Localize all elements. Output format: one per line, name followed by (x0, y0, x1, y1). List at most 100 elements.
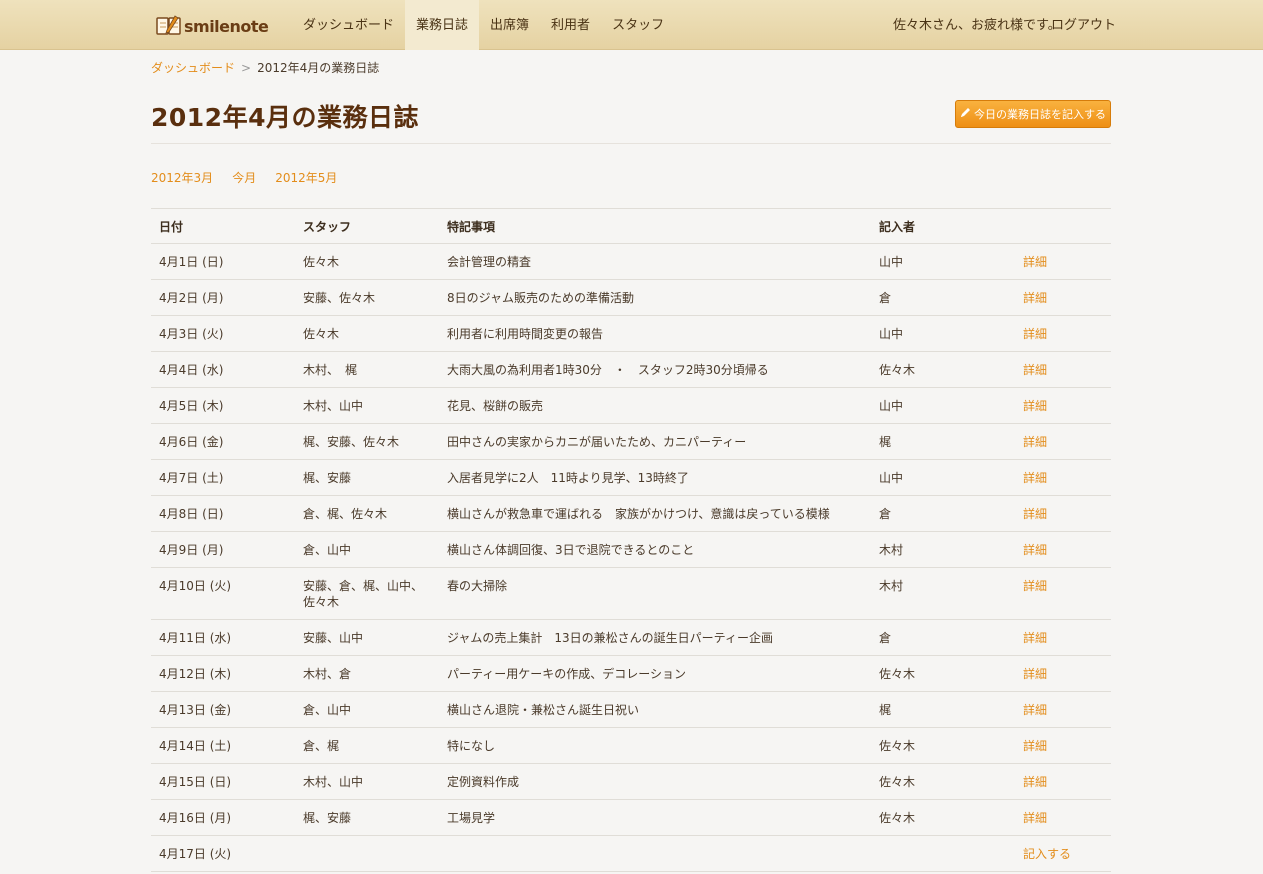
detail-link[interactable]: 詳細 (1023, 255, 1047, 269)
write-today-diary-button[interactable]: 今日の業務日誌を記入する (955, 100, 1111, 128)
row-note: 田中さんの実家からカニが届いたため、カニパーティー (439, 423, 871, 460)
top-navbar: smilenote ダッシュボード 業務日誌 出席簿 利用者 スタッフ 佐々木さ… (0, 0, 1263, 50)
row-action-cell: 詳細 (1015, 763, 1111, 800)
detail-link[interactable]: 詳細 (1023, 435, 1047, 449)
row-note: 8日のジャム販売のための準備活動 (439, 279, 871, 316)
table-row: 4月2日 (月) 安藤、佐々木 8日のジャム販売のための準備活動倉詳細 (151, 279, 1111, 316)
row-date: 4月9日 (月) (151, 531, 295, 568)
diary-table: 日付 スタッフ 特記事項 記入者 4月1日 (日) 佐々木 会計管理の精査 山中 詳細 4… (151, 208, 1111, 874)
row-action-cell: 詳細 (1015, 315, 1111, 352)
row-note: パーティー用ケーキの作成、デコレーション (439, 655, 871, 692)
detail-link[interactable]: 詳細 (1023, 363, 1047, 377)
row-staff (295, 835, 439, 872)
table-row: 4月3日 (火) 佐々木 利用者に利用時間変更の報告 山中 詳細 (151, 315, 1111, 352)
row-note: 利用者に利用時間変更の報告 (439, 315, 871, 352)
main-nav: ダッシュボード 業務日誌 出席簿 利用者 スタッフ (292, 0, 675, 50)
row-note: 入居者見学に2人 11時より見学、13時終了 (439, 459, 871, 496)
row-staff: 木村、山中 (295, 763, 439, 800)
row-date: 4月3日 (火) (151, 315, 295, 352)
logo[interactable]: smilenote (156, 12, 269, 40)
row-action-cell: 詳細 (1015, 459, 1111, 496)
detail-link[interactable]: 詳細 (1023, 507, 1047, 521)
nav-users[interactable]: 利用者 (540, 0, 601, 50)
row-date: 4月13日 (金) (151, 691, 295, 728)
row-staff: 倉、梶、佐々木 (295, 495, 439, 532)
detail-link[interactable]: 詳細 (1023, 703, 1047, 717)
row-writer: 山中 (871, 315, 1015, 352)
row-writer: 梶 (871, 691, 1015, 728)
breadcrumb: ダッシュボード >2012年4月の業務日誌 (151, 59, 379, 76)
row-writer: 木村 (871, 567, 1015, 620)
detail-link[interactable]: 詳細 (1023, 775, 1047, 789)
row-writer: 梶 (871, 423, 1015, 460)
table-row: 4月5日 (木) 木村、山中 花見、桜餅の販売 山中 詳細 (151, 387, 1111, 424)
row-action-cell: 詳細 (1015, 279, 1111, 316)
col-action (1015, 208, 1111, 244)
row-writer: 山中 (871, 459, 1015, 496)
detail-link[interactable]: 詳細 (1023, 667, 1047, 681)
nav-staff[interactable]: スタッフ (601, 0, 675, 50)
row-action-cell: 詳細 (1015, 387, 1111, 424)
row-date: 4月17日 (火) (151, 835, 295, 872)
detail-link[interactable]: 詳細 (1023, 631, 1047, 645)
table-row: 4月17日 (火) 記入する (151, 835, 1111, 872)
prev-month-link[interactable]: 2012年3月 (151, 169, 213, 186)
row-writer: 山中 (871, 243, 1015, 280)
detail-link[interactable]: 詳細 (1023, 811, 1047, 825)
nav-business-diary[interactable]: 業務日誌 (405, 0, 480, 50)
breadcrumb-home[interactable]: ダッシュボード (151, 61, 235, 75)
detail-link[interactable]: 詳細 (1023, 579, 1047, 593)
book-logo-icon (156, 15, 182, 37)
row-note: 工場見学 (439, 799, 871, 836)
table-row: 4月7日 (土) 梶、安藤 入居者見学に2人 11時より見学、13時終了 山中 詳細 (151, 459, 1111, 496)
row-date: 4月14日 (土) (151, 727, 295, 764)
nav-attendance[interactable]: 出席簿 (479, 0, 540, 50)
table-row: 4月11日 (水) 安藤、山中 ジャムの売上集計 13日の兼松さんの誕生日パーティー… (151, 619, 1111, 656)
table-row: 4月6日 (金) 梶、安藤、佐々木 田中さんの実家からカニが届いたため、カニパーティ… (151, 423, 1111, 460)
logout-link[interactable]: ログアウト (1051, 0, 1116, 52)
write-entry-link[interactable]: 記入する (1023, 847, 1071, 861)
row-date: 4月12日 (木) (151, 655, 295, 692)
nav-dashboard[interactable]: ダッシュボード (292, 0, 405, 50)
next-month-link[interactable]: 2012年5月 (275, 169, 337, 186)
row-date: 4月6日 (金) (151, 423, 295, 460)
row-action-cell: 詳細 (1015, 727, 1111, 764)
row-action-cell: 詳細 (1015, 567, 1111, 620)
row-note: 横山さんが救急車で運ばれる 家族がかけつけ、意識は戻っている模様 (439, 495, 871, 532)
row-staff: 安藤、佐々木 (295, 279, 439, 316)
row-staff: 佐々木 (295, 315, 439, 352)
row-staff: 木村、山中 (295, 387, 439, 424)
detail-link[interactable]: 詳細 (1023, 739, 1047, 753)
month-nav: 2012年3月 今月 2012年5月 (151, 169, 337, 186)
row-writer: 倉 (871, 619, 1015, 656)
row-action-cell: 詳細 (1015, 243, 1111, 280)
breadcrumb-current: 2012年4月の業務日誌 (257, 61, 380, 75)
table-row: 4月4日 (水) 木村、 梶大雨大風の為利用者1時30分 ・ スタッフ2時30分頃… (151, 351, 1111, 388)
row-date: 4月8日 (日) (151, 495, 295, 532)
title-divider (151, 143, 1111, 144)
row-action-cell: 詳細 (1015, 531, 1111, 568)
pencil-icon (960, 107, 971, 121)
row-staff: 梶、安藤 (295, 799, 439, 836)
row-writer: 佐々木 (871, 763, 1015, 800)
row-staff: 佐々木 (295, 243, 439, 280)
current-month-link[interactable]: 今月 (232, 169, 256, 186)
col-writer: 記入者 (871, 208, 1015, 244)
row-note: ジャムの売上集計 13日の兼松さんの誕生日パーティー企画 (439, 619, 871, 656)
row-note: 横山さん退院・兼松さん誕生日祝い (439, 691, 871, 728)
detail-link[interactable]: 詳細 (1023, 327, 1047, 341)
row-writer: 佐々木 (871, 727, 1015, 764)
detail-link[interactable]: 詳細 (1023, 471, 1047, 485)
detail-link[interactable]: 詳細 (1023, 291, 1047, 305)
row-staff: 梶、安藤、佐々木 (295, 423, 439, 460)
row-action-cell: 詳細 (1015, 799, 1111, 836)
table-row: 4月14日 (土) 倉、梶 特になし 佐々木 詳細 (151, 727, 1111, 764)
row-date: 4月7日 (土) (151, 459, 295, 496)
detail-link[interactable]: 詳細 (1023, 399, 1047, 413)
row-action-cell: 詳細 (1015, 691, 1111, 728)
detail-link[interactable]: 詳細 (1023, 543, 1047, 557)
col-notes: 特記事項 (439, 208, 871, 244)
row-writer: 佐々木 (871, 351, 1015, 388)
row-note: 定例資料作成 (439, 763, 871, 800)
col-date: 日付 (151, 208, 295, 244)
